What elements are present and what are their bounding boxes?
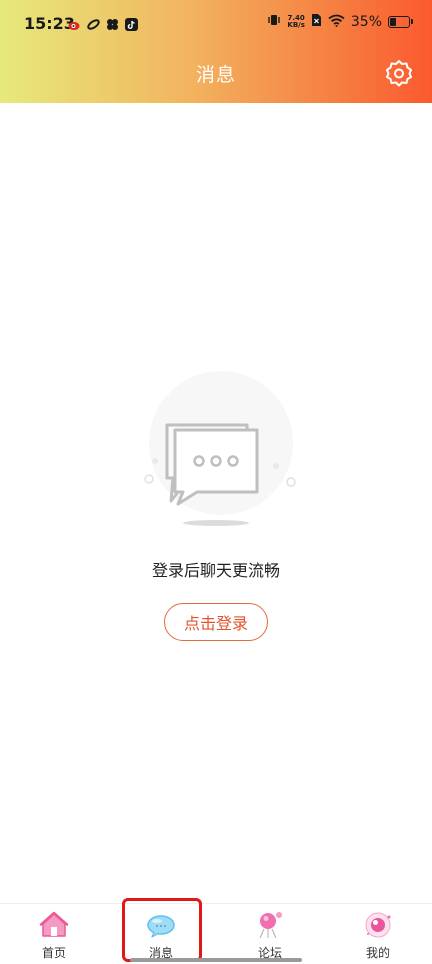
app-notification-icon (87, 16, 100, 30)
header-bar: 15:23 7.40 KB/s 35% 消息 (0, 0, 432, 103)
system-status-icons: 7.40 KB/s 35% (267, 13, 413, 31)
nav-label-profile: 我的 (365, 946, 390, 960)
nav-item-profile[interactable]: 我的 (338, 910, 418, 964)
battery-fill (390, 18, 396, 26)
clover-notification-icon (106, 16, 119, 30)
wifi-icon (328, 14, 345, 31)
battery-icon (388, 16, 413, 28)
chat-bubbles-icon (131, 368, 307, 533)
status-bar: 15:23 7.40 KB/s 35% (0, 0, 432, 50)
no-sim-icon (311, 13, 322, 31)
notification-icons (68, 16, 138, 31)
nav-item-home[interactable]: 首页 (14, 910, 94, 964)
page-title: 消息 (195, 64, 236, 86)
settings-gear-icon[interactable] (384, 58, 414, 88)
login-prompt-text: 登录后聊天更流畅 (151, 561, 280, 580)
battery-percent: 35% (350, 14, 382, 30)
login-button[interactable]: 点击登录 (164, 603, 268, 641)
net-speed-unit: KB/s (287, 21, 305, 29)
messages-screen: 15:23 7.40 KB/s 35% 消息 登录后聊天更流畅 点击登录 首页 … (0, 0, 432, 964)
weibo-notification-icon (68, 16, 81, 30)
message-icon (146, 910, 176, 940)
home-icon (39, 910, 69, 940)
forum-icon (255, 910, 285, 940)
vibrate-icon (267, 13, 281, 31)
nav-label-home: 首页 (41, 946, 66, 960)
nav-item-forum[interactable]: 论坛 (230, 910, 310, 964)
bottom-nav: 首页 消息 论坛 我的 (0, 903, 432, 964)
profile-icon (363, 910, 393, 940)
net-speed: 7.40 KB/s (287, 15, 304, 29)
nav-item-messages[interactable]: 消息 (121, 910, 201, 964)
tiktok-notification-icon (125, 16, 138, 31)
home-indicator-bar[interactable] (130, 958, 302, 962)
